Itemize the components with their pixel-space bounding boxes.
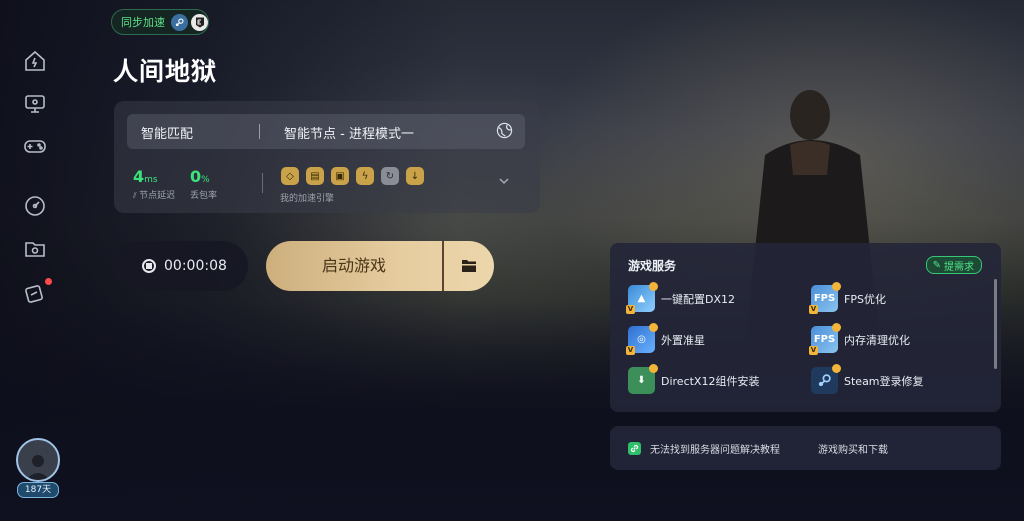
divider bbox=[259, 124, 260, 139]
sync-acceleration-toggle[interactable]: 同步加速 bbox=[111, 9, 209, 35]
link-icon bbox=[628, 442, 641, 455]
gamepad-icon[interactable] bbox=[22, 133, 48, 159]
engine-refresh-icon[interactable]: ↻ bbox=[381, 167, 399, 185]
avatar[interactable] bbox=[16, 438, 60, 482]
home-icon[interactable] bbox=[22, 48, 48, 74]
scrollbar-thumb[interactable] bbox=[994, 279, 997, 369]
game-services-panel: 游戏服务 ✎ 提需求 ▲ V 一键配置DX12 FPS V FPS优化 ◎ V 外置准… bbox=[610, 243, 1001, 412]
start-game-group: 启动游戏 bbox=[266, 241, 494, 291]
service-label: DirectX12组件安装 bbox=[661, 374, 760, 388]
engine-download-icon[interactable]: ↓ bbox=[406, 167, 424, 185]
directx-install-icon: ⬇ bbox=[628, 364, 658, 394]
help-links-panel: 无法找到服务器问题解决教程 游戏购买和下载 bbox=[610, 426, 1001, 470]
user-avatar-block[interactable]: 187天 bbox=[14, 438, 60, 498]
steam-icon bbox=[171, 13, 188, 31]
user-silhouette-icon bbox=[26, 455, 50, 480]
loss-unit: % bbox=[201, 175, 210, 185]
steam-icon bbox=[811, 364, 841, 394]
match-mode-label[interactable]: 智能匹配 bbox=[141, 123, 193, 142]
brush-icon: ✎ bbox=[932, 259, 941, 271]
latency-label: 节点延迟 bbox=[139, 191, 176, 201]
scrollbar[interactable] bbox=[994, 279, 997, 369]
game-title: 人间地狱 bbox=[113, 57, 218, 86]
service-label: 外置准星 bbox=[661, 333, 705, 347]
connection-panel: 智能匹配 智能节点 - 进程模式一 4ms ⫽ 节点延迟 0% 丢包率 ◇ ▤ … bbox=[114, 101, 540, 213]
service-item-dx12-config[interactable]: ▲ V 一键配置DX12 bbox=[626, 282, 736, 314]
service-item-directx-install[interactable]: ⬇ DirectX12组件安装 bbox=[628, 364, 760, 394]
engine-photo-icon[interactable]: ▣ bbox=[331, 167, 349, 185]
stop-acceleration-button[interactable]: 00:00:08 bbox=[113, 241, 248, 291]
stop-icon bbox=[142, 259, 156, 273]
epic-games-icon bbox=[191, 13, 208, 31]
fps-icon: FPS V bbox=[809, 323, 841, 355]
loss-value: 0 bbox=[190, 167, 202, 186]
engine-label: 我的加速引擎 bbox=[280, 194, 335, 204]
crosshair-icon: ◎ V bbox=[626, 323, 658, 355]
monitor-icon[interactable] bbox=[22, 91, 48, 117]
node-mode-label[interactable]: 智能节点 - 进程模式一 bbox=[284, 123, 414, 142]
folder-icon[interactable] bbox=[22, 236, 48, 262]
services-title: 游戏服务 bbox=[628, 259, 677, 273]
elapsed-time: 00:00:08 bbox=[164, 258, 227, 274]
service-item-steam-fix[interactable]: Steam登录修复 bbox=[811, 364, 924, 394]
membership-days-badge: 187天 bbox=[17, 482, 59, 498]
latency-stat: 4ms ⫽ 节点延迟 bbox=[133, 167, 175, 201]
speedometer-icon[interactable] bbox=[22, 193, 48, 219]
latency-unit: ms bbox=[144, 175, 158, 185]
engine-boost-icon[interactable]: ϟ bbox=[356, 167, 374, 185]
packet-loss-stat: 0% 丢包率 bbox=[190, 167, 217, 201]
node-selector[interactable]: 智能匹配 智能节点 - 进程模式一 bbox=[127, 114, 525, 149]
notification-dot bbox=[45, 278, 52, 285]
latency-value: 4 bbox=[133, 167, 145, 186]
fps-icon: FPS V bbox=[809, 282, 841, 314]
engine-route-icon[interactable]: ◇ bbox=[281, 167, 299, 185]
chevron-down-icon[interactable] bbox=[498, 175, 510, 187]
service-item-fps[interactable]: FPS V FPS优化 bbox=[809, 282, 886, 314]
service-label: Steam登录修复 bbox=[844, 374, 924, 388]
loss-label: 丢包率 bbox=[190, 191, 218, 201]
request-label: 提需求 bbox=[944, 261, 974, 273]
engine-window-icon[interactable]: ▤ bbox=[306, 167, 324, 185]
sidebar: 187天 bbox=[0, 0, 72, 521]
globe-icon[interactable] bbox=[496, 122, 513, 139]
service-label: 内存清理优化 bbox=[844, 333, 910, 347]
service-label: 一键配置DX12 bbox=[661, 292, 736, 306]
service-label: FPS优化 bbox=[844, 292, 886, 306]
gift-icon[interactable] bbox=[22, 278, 52, 306]
engine-icons[interactable]: ◇ ▤ ▣ ϟ ↻ ↓ bbox=[281, 167, 424, 185]
request-feature-button[interactable]: ✎ 提需求 bbox=[925, 256, 982, 274]
service-item-memory[interactable]: FPS V 内存清理优化 bbox=[809, 323, 910, 355]
server-help-link[interactable]: 无法找到服务器问题解决教程 bbox=[650, 441, 780, 456]
start-game-button[interactable]: 启动游戏 bbox=[266, 241, 442, 291]
service-item-crosshair[interactable]: ◎ V 外置准星 bbox=[626, 323, 705, 355]
dx12-config-icon: ▲ V bbox=[626, 282, 658, 314]
sync-label: 同步加速 bbox=[121, 16, 165, 29]
divider bbox=[262, 173, 263, 193]
folder-icon bbox=[462, 260, 476, 272]
buy-download-link[interactable]: 游戏购买和下载 bbox=[818, 441, 888, 456]
open-folder-button[interactable] bbox=[444, 241, 494, 291]
